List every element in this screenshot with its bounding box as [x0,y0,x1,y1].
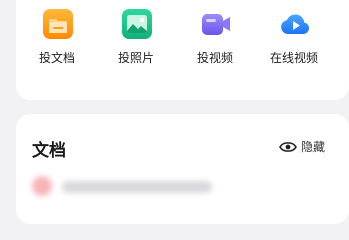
video-camera-icon [202,14,230,35]
documents-title: 文档 [32,141,66,161]
cast-document-label: 投文档 [38,51,75,65]
photo-icon [122,9,152,39]
cast-photo-label: 投照片 [117,51,154,65]
blurred-document-item[interactable] [32,176,212,196]
quick-actions-card: 投文档 投照片 投视频 在线视频 [16,0,349,100]
blurred-document-name [62,181,212,193]
cast-video-label: 投视频 [196,51,233,65]
cast-video-button[interactable]: 投视频 [180,8,250,68]
cast-document-button[interactable]: 投文档 [22,8,92,68]
blurred-document-icon [32,176,52,196]
online-video-label: 在线视频 [269,51,318,65]
documents-card: 文档 隐藏 [16,114,349,224]
hide-toggle-button[interactable]: 隐藏 [279,138,325,155]
online-video-button[interactable]: 在线视频 [259,8,329,68]
document-folder-icon [43,9,73,39]
cloud-play-icon [281,14,310,34]
eye-icon [279,141,297,152]
hide-label: 隐藏 [300,140,325,154]
cast-photo-button[interactable]: 投照片 [101,8,171,68]
